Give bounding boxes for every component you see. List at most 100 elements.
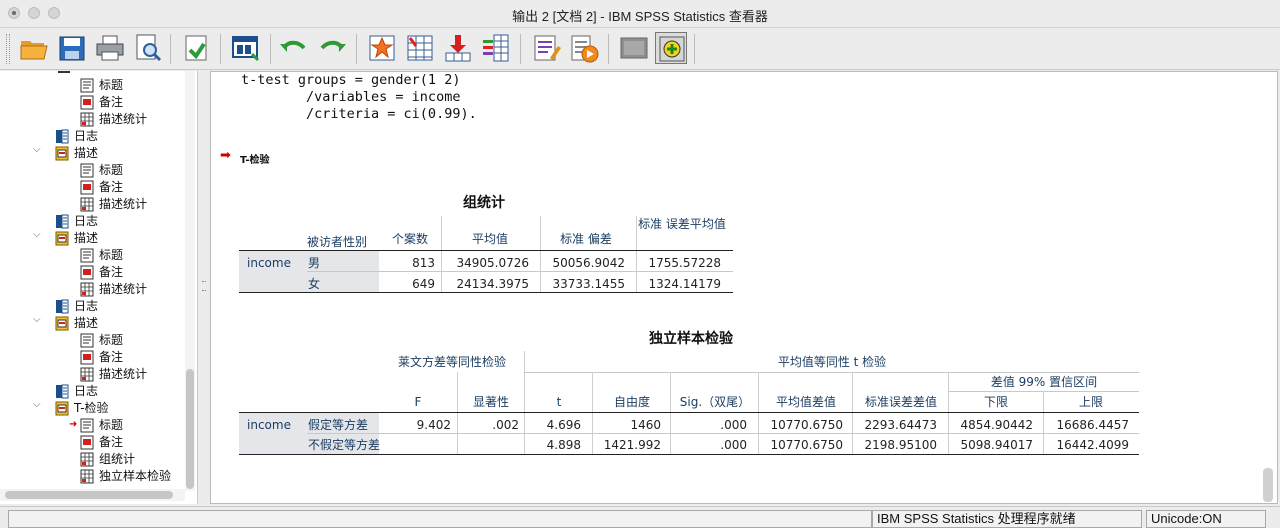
table-cell: 2293.64473 xyxy=(864,418,937,432)
table-title: 组统计 xyxy=(463,195,505,211)
open-button[interactable] xyxy=(18,32,50,64)
variable-label: income xyxy=(247,418,291,432)
outline-node-label: 组统计 xyxy=(99,452,136,466)
table-title: 独立样本检验 xyxy=(649,331,733,347)
outline-node-label: 描述统计 xyxy=(99,197,148,211)
goto-case-button[interactable] xyxy=(404,32,436,64)
toolbar-grip[interactable] xyxy=(6,34,10,64)
column-header: 个案数 xyxy=(391,232,428,246)
syntax-line: /criteria = ci(0.99). xyxy=(241,106,477,122)
table-cell: 1460 xyxy=(630,418,661,432)
outline-node-label: 日志 xyxy=(74,299,99,313)
syntax-log[interactable]: t-test groups = gender(1 2) /variables =… xyxy=(241,72,477,123)
syntax-button[interactable] xyxy=(530,32,562,64)
outline-node-label: 描述统计 xyxy=(99,112,148,126)
chevron-down-icon[interactable]: ⌵ xyxy=(33,314,41,325)
table-rule xyxy=(239,292,733,293)
outline-node-label: 独立样本检验 xyxy=(99,469,172,483)
column-header: 平均值差值 xyxy=(775,395,836,409)
outline-node-label: 日志 xyxy=(74,384,99,398)
table-cell: 4.898 xyxy=(546,438,581,452)
designate-window-button[interactable] xyxy=(655,32,687,64)
goto-case-icon xyxy=(407,35,433,61)
table-cell: 10770.6750 xyxy=(770,418,843,432)
title-icon xyxy=(80,248,95,263)
row-divider xyxy=(307,433,1139,434)
outline-node-label: 备注 xyxy=(99,350,124,364)
pane-splitter[interactable] xyxy=(199,71,209,504)
column-divider xyxy=(1043,413,1044,454)
save-icon xyxy=(59,36,85,61)
redo-button[interactable] xyxy=(316,32,348,64)
recall-dialog-button[interactable] xyxy=(230,32,262,64)
content-vertical-scrollbar-thumb[interactable] xyxy=(1263,468,1273,502)
ttest-heading[interactable]: T-检验 xyxy=(240,151,270,166)
scrollbar-thumb[interactable] xyxy=(186,369,194,489)
outline-node-label: 标题 xyxy=(99,163,124,177)
undo-icon xyxy=(280,40,306,52)
column-divider xyxy=(441,216,442,250)
toolbar-separator xyxy=(694,34,695,64)
table-cell: 1324.14179 xyxy=(648,277,721,291)
run-button[interactable] xyxy=(568,32,600,64)
save-button[interactable] xyxy=(56,32,88,64)
group-header: 莱文方差等同性检验 xyxy=(397,355,506,369)
goto-data-button[interactable] xyxy=(366,32,398,64)
column-divider xyxy=(670,413,671,454)
group-label: 女 xyxy=(308,277,321,291)
column-divider xyxy=(948,413,949,454)
title-icon xyxy=(80,163,95,178)
outline-node-label: 备注 xyxy=(99,265,124,279)
group-label: 男 xyxy=(308,256,321,270)
undo-button[interactable] xyxy=(278,32,310,64)
variables-button[interactable] xyxy=(480,32,512,64)
outline-vertical-scrollbar[interactable] xyxy=(185,71,195,491)
table-cell: 4.696 xyxy=(546,418,581,432)
table-cell: 2198.95100 xyxy=(864,438,937,452)
syntax-line: t-test groups = gender(1 2) xyxy=(241,72,461,88)
column-divider xyxy=(592,413,593,454)
hide-button[interactable] xyxy=(618,32,650,64)
row-label: 假定等方差 xyxy=(308,418,369,432)
table-icon xyxy=(80,452,95,467)
current-item-arrow-icon: ➡ xyxy=(220,148,231,163)
table-cell: .002 xyxy=(492,418,519,432)
row-divider xyxy=(307,271,733,272)
procedure-icon xyxy=(55,316,70,331)
scrollbar-thumb[interactable] xyxy=(5,491,173,499)
header-divider xyxy=(949,391,1139,392)
column-divider xyxy=(852,413,853,454)
outline-node-label: T-检验 xyxy=(74,401,109,415)
column-header: 上限 xyxy=(1078,395,1103,409)
print-button[interactable] xyxy=(94,32,126,64)
row-label: 不假定等方差 xyxy=(308,438,381,452)
run-icon xyxy=(571,35,599,63)
variable-label: income xyxy=(247,256,291,270)
export-button[interactable] xyxy=(180,32,212,64)
column-divider xyxy=(636,216,637,250)
chevron-down-icon[interactable]: ⌵ xyxy=(33,229,41,240)
outline-node-label: 描述统计 xyxy=(99,282,148,296)
table-cell: 5098.94017 xyxy=(960,438,1033,452)
table-cell: 50056.9042 xyxy=(552,256,625,270)
log-icon xyxy=(55,129,70,144)
toolbar-separator xyxy=(520,34,521,64)
column-divider xyxy=(524,351,525,412)
table-cell: 649 xyxy=(412,277,435,291)
outline-horizontal-scrollbar[interactable] xyxy=(0,489,185,501)
column-header: 显著性 xyxy=(472,395,509,409)
toolbar-separator xyxy=(270,34,271,64)
print-preview-button[interactable] xyxy=(132,32,164,64)
splitter-grip[interactable] xyxy=(202,281,206,291)
procedure-icon xyxy=(55,231,70,246)
column-header: 下限 xyxy=(983,395,1008,409)
chevron-down-icon[interactable]: ⌵ xyxy=(33,144,41,155)
chevron-down-icon[interactable]: ⌵ xyxy=(33,399,41,410)
table-cell: 24134.3975 xyxy=(456,277,529,291)
column-header: 自由度 xyxy=(613,395,650,409)
column-divider xyxy=(457,372,458,412)
column-divider xyxy=(540,216,541,250)
column-divider xyxy=(457,413,458,454)
goto-variable-button[interactable] xyxy=(442,32,474,64)
title-icon xyxy=(80,418,95,433)
